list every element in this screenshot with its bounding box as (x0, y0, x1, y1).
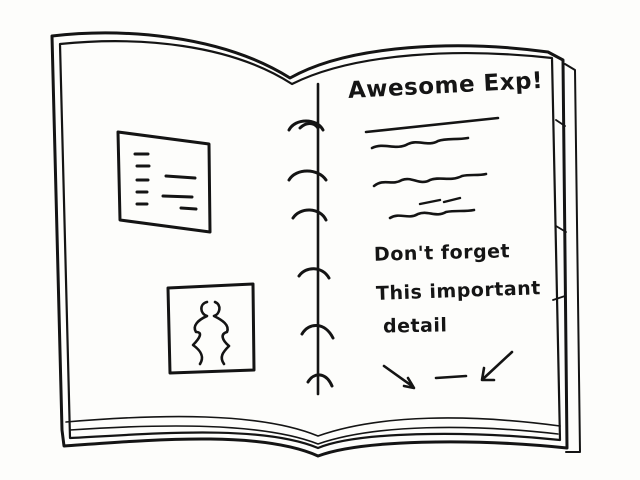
note-line-3: detail (382, 314, 448, 338)
figure-panel (166, 282, 256, 375)
scribble-lines (370, 136, 488, 220)
note-line-1: Don't forget (373, 240, 511, 266)
spiral-binding (287, 82, 335, 396)
notebook-sketch (50, 31, 581, 458)
arrows (382, 350, 514, 390)
text-list-panel (116, 130, 212, 234)
heading-underline (364, 116, 500, 134)
